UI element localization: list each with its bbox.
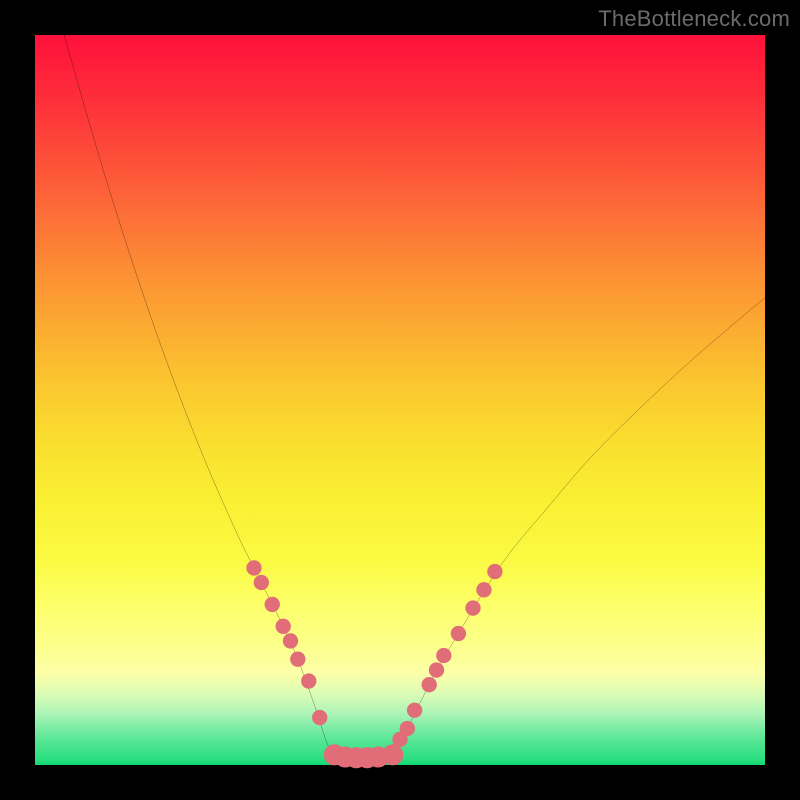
highlight-dot — [276, 619, 291, 634]
highlight-dot — [254, 575, 269, 590]
right-curve-path — [393, 298, 765, 756]
highlight-dot — [487, 564, 502, 579]
highlight-dot — [422, 677, 437, 692]
chart-container: TheBottleneck.com — [0, 0, 800, 800]
curve-group — [64, 35, 765, 759]
highlight-dot — [429, 662, 444, 677]
left-curve-path — [64, 35, 334, 756]
highlight-dot — [476, 582, 491, 597]
plot-svg — [35, 35, 765, 765]
highlight-dot — [301, 673, 316, 688]
highlight-dot — [451, 626, 466, 641]
highlight-dot — [436, 648, 451, 663]
highlight-dot — [246, 560, 261, 575]
highlight-dot — [290, 651, 305, 666]
highlight-dot — [400, 721, 415, 736]
highlight-dot — [312, 710, 327, 725]
highlight-dot — [265, 597, 280, 612]
highlight-dots-group — [246, 560, 502, 768]
highlight-dot — [382, 744, 403, 765]
highlight-dot — [407, 703, 422, 718]
highlight-dot — [465, 600, 480, 615]
highlight-dot — [283, 633, 298, 648]
watermark-label: TheBottleneck.com — [598, 6, 790, 32]
plot-area — [35, 35, 765, 765]
